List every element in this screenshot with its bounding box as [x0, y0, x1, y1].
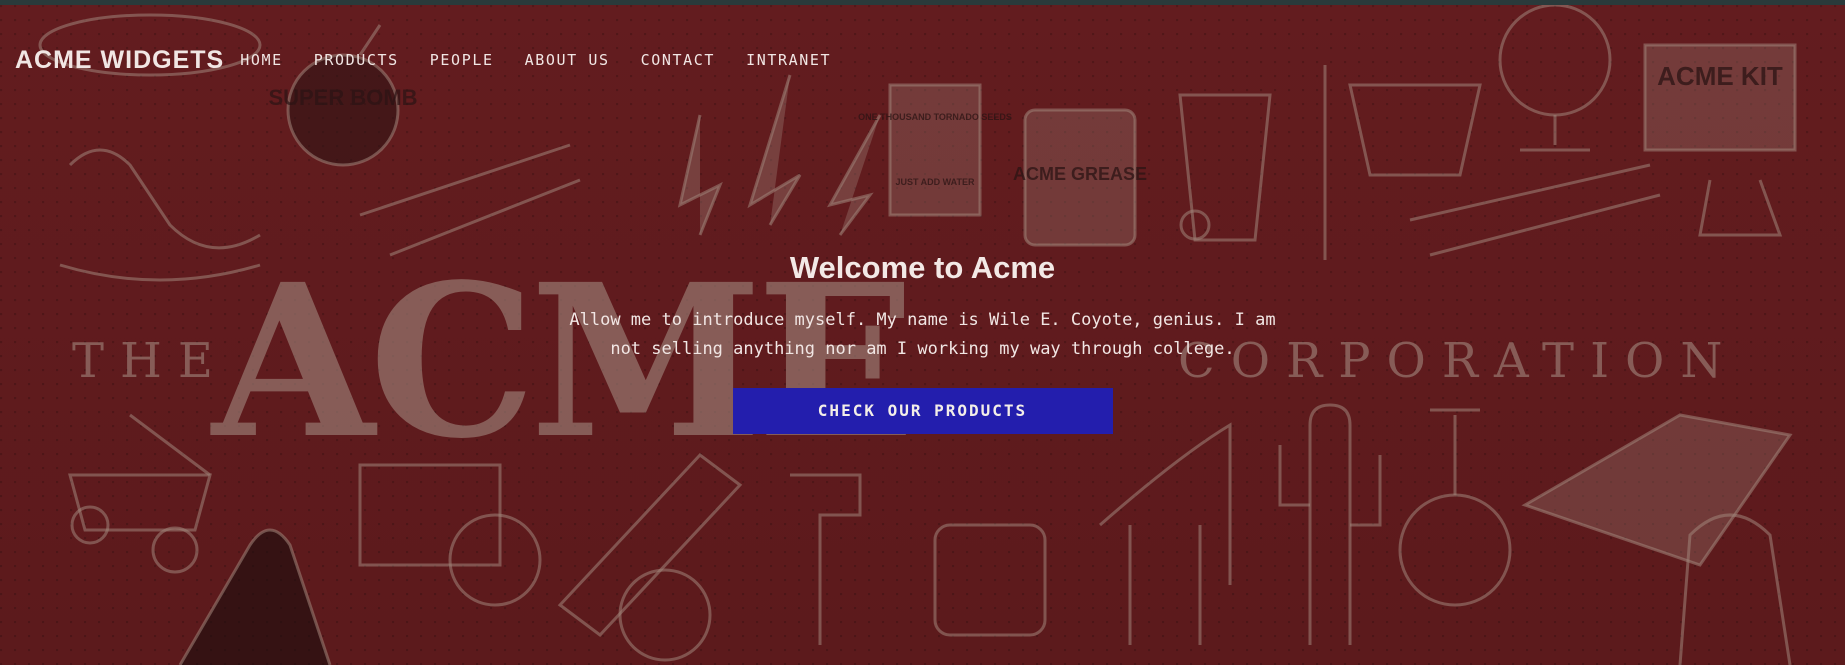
nav-links: HOME PRODUCTS PEOPLE ABOUT US CONTACT IN…: [240, 47, 862, 73]
just-add-water-label: JUST ADD WATER: [895, 177, 975, 187]
brand-logo-link[interactable]: ACME WIDGETS: [15, 46, 224, 75]
nav-item-contact[interactable]: CONTACT: [641, 47, 715, 73]
nav-item-people[interactable]: PEOPLE: [430, 47, 494, 73]
nav-item-products[interactable]: PRODUCTS: [314, 47, 399, 73]
hero-content: Welcome to Acme Allow me to introduce my…: [0, 250, 1845, 434]
acme-grease-label: ACME GREASE: [1013, 164, 1147, 184]
nav-item-home[interactable]: HOME: [240, 47, 283, 73]
nav-item-about-us[interactable]: ABOUT US: [525, 47, 610, 73]
hero-intro-text: Allow me to introduce myself. My name is…: [569, 310, 1276, 359]
tornado-seeds-label: ONE THOUSAND TORNADO SEEDS: [858, 112, 1012, 122]
main-navbar: ACME WIDGETS HOME PRODUCTS PEOPLE ABOUT …: [0, 35, 862, 85]
check-products-button[interactable]: CHECK OUR PRODUCTS: [732, 388, 1113, 434]
nav-item-intranet[interactable]: INTRANET: [746, 47, 831, 73]
hero-title: Welcome to Acme: [789, 250, 1056, 285]
super-bomb-label: SUPER BOMB: [268, 85, 417, 110]
hero-section: SUPER BOMB ONE THOUSAND TORNADO SEEDS JU…: [0, 5, 1845, 665]
acme-kit-label: ACME KIT: [1657, 61, 1783, 91]
